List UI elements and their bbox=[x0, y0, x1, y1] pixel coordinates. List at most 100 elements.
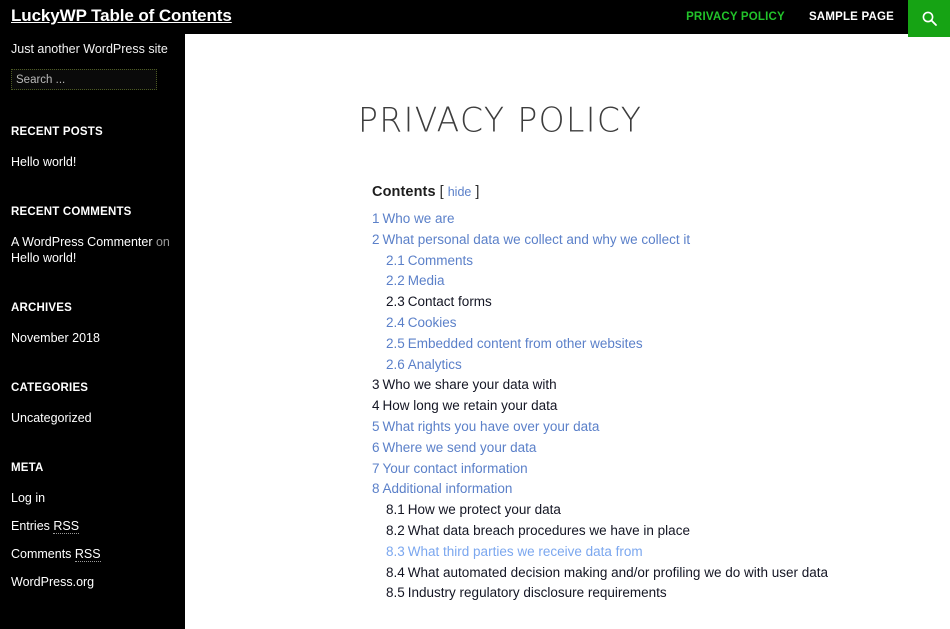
nav-item-sample-page[interactable]: SAMPLE PAGE bbox=[797, 11, 906, 23]
meta-link-entries-rss[interactable]: Entries RSS bbox=[11, 519, 80, 534]
list-item: WordPress.org bbox=[11, 574, 174, 590]
toc-link-2-4[interactable]: 2.4 Cookies bbox=[386, 313, 842, 334]
toc-bracket-open: [ bbox=[439, 184, 444, 200]
sidebar-search-form bbox=[11, 69, 174, 90]
toc-item: 2 What personal data we collect and why w… bbox=[372, 230, 842, 376]
toc-item: 1 Who we are bbox=[372, 209, 842, 230]
toc-item-number: 8.1 bbox=[386, 502, 405, 518]
toc-label: Contents bbox=[372, 184, 436, 200]
toc-bracket-close: ] bbox=[475, 184, 480, 200]
toc-item: 5 What rights you have over your data bbox=[372, 417, 842, 438]
toc-item-title: What rights you have over your data bbox=[382, 418, 600, 434]
toc-item-number: 8.2 bbox=[386, 522, 405, 538]
list-item: Entries RSS bbox=[11, 518, 174, 534]
toc-link-8-2[interactable]: 8.2 What data breach procedures we have i… bbox=[386, 521, 842, 542]
widget-title-archives: ARCHIVES bbox=[11, 302, 73, 314]
toc-sublist: 8.1 How we protect your data 8.2 What data … bbox=[372, 500, 842, 604]
toc-item-title: Media bbox=[407, 273, 445, 289]
toc-link-7[interactable]: 7 Your contact information bbox=[372, 459, 842, 480]
toc-item-title: Where we send your data bbox=[382, 439, 537, 455]
recent-post-link[interactable]: Hello world! bbox=[11, 155, 76, 169]
comment-author-link[interactable]: A WordPress Commenter bbox=[11, 235, 152, 249]
widget-title-meta: META bbox=[11, 462, 44, 474]
toc-link-8-4[interactable]: 8.4 What automated decision making and/or… bbox=[386, 563, 842, 584]
widget-title-recent-comments: RECENT COMMENTS bbox=[11, 206, 132, 218]
toc-item: 2.6 Analytics bbox=[386, 355, 842, 376]
toc-item-number: 8.4 bbox=[386, 564, 405, 580]
toc-item-title: Embedded content from other websites bbox=[407, 335, 643, 351]
meta-link-comments-rss[interactable]: Comments RSS bbox=[11, 547, 101, 562]
meta-list: Log in Entries RSS Comments RSS WordPres… bbox=[11, 490, 174, 590]
toc-sublist: 2.1 Comments 2.2 Media 2.3 Contact forms 2.4 Co… bbox=[372, 251, 842, 376]
site-description: Just another WordPress site bbox=[11, 42, 168, 56]
widget-title-categories: CATEGORIES bbox=[11, 382, 89, 394]
toc-item: 2.1 Comments bbox=[386, 251, 842, 272]
primary-navigation: PRIVACY POLICY SAMPLE PAGE bbox=[674, 0, 906, 34]
toc-item-number: 8.5 bbox=[386, 585, 405, 601]
meta-link-wordpress-org[interactable]: WordPress.org bbox=[11, 575, 94, 589]
toc-link-8-3[interactable]: 8.3 What third parties we receive data fr… bbox=[386, 542, 842, 563]
toc-item: 8.4 What automated decision making and/or… bbox=[386, 563, 842, 584]
toc-link-2-6[interactable]: 2.6 Analytics bbox=[386, 355, 842, 376]
toc-link-2-2[interactable]: 2.2 Media bbox=[386, 271, 842, 292]
toc-toggle-link[interactable]: hide bbox=[448, 185, 472, 199]
toc-link-4[interactable]: 4 How long we retain your data bbox=[372, 396, 842, 417]
search-input[interactable] bbox=[11, 69, 157, 90]
list-item: Log in bbox=[11, 490, 174, 506]
search-icon bbox=[921, 10, 938, 27]
toc-item: 8.2 What data breach procedures we have i… bbox=[386, 521, 842, 542]
comment-post-link[interactable]: Hello world! bbox=[11, 251, 76, 265]
toc-item-title: What personal data we collect and why we… bbox=[382, 231, 691, 247]
nav-item-privacy-policy[interactable]: PRIVACY POLICY bbox=[674, 11, 797, 23]
toc-link-1[interactable]: 1 Who we are bbox=[372, 209, 842, 230]
toc-item: 6 Where we send your data bbox=[372, 438, 842, 459]
toc-item-number: 2.5 bbox=[386, 335, 405, 351]
category-link-uncategorized[interactable]: Uncategorized bbox=[11, 411, 92, 425]
toc-item-number: 2.2 bbox=[386, 273, 405, 289]
toc-item-title: Additional information bbox=[382, 481, 513, 497]
toc-link-5[interactable]: 5 What rights you have over your data bbox=[372, 417, 842, 438]
rss-abbr: RSS bbox=[53, 519, 80, 534]
toc-item: 7 Your contact information bbox=[372, 459, 842, 480]
toc-item: 2.5 Embedded content from other websites bbox=[386, 334, 842, 355]
toc-link-2[interactable]: 2 What personal data we collect and why w… bbox=[372, 230, 842, 251]
toc-link-6[interactable]: 6 Where we send your data bbox=[372, 438, 842, 459]
toc-link-2-5[interactable]: 2.5 Embedded content from other websites bbox=[386, 334, 842, 355]
search-toggle-button[interactable] bbox=[908, 0, 950, 37]
toc-link-2-3[interactable]: 2.3 Contact forms bbox=[386, 292, 842, 313]
widget-recent-comments: RECENT COMMENTS A WordPress Commenter on… bbox=[11, 206, 174, 266]
widget-title-recent-posts: RECENT POSTS bbox=[11, 126, 103, 138]
meta-link-log-in[interactable]: Log in bbox=[11, 491, 45, 505]
site-header: LuckyWP Table of Contents PRIVACY POLICY… bbox=[0, 0, 950, 37]
site-title[interactable]: LuckyWP Table of Contents bbox=[11, 6, 232, 26]
toc-item-title: Your contact information bbox=[382, 460, 528, 476]
widget-categories: CATEGORIES Uncategorized bbox=[11, 382, 174, 426]
widget-meta: META Log in Entries RSS Comments RSS Wor… bbox=[11, 462, 174, 590]
toc-item: 2.4 Cookies bbox=[386, 313, 842, 334]
list-item: A WordPress Commenter on Hello world! bbox=[11, 234, 174, 266]
toc-list: 1 Who we are 2 What personal data we collec… bbox=[372, 209, 842, 604]
toc-item: 3 Who we share your data with bbox=[372, 375, 842, 396]
list-item: November 2018 bbox=[11, 330, 174, 346]
toc-link-2-1[interactable]: 2.1 Comments bbox=[386, 251, 842, 272]
toc-item-number: 2.3 bbox=[386, 294, 405, 310]
toc-item-number: 2.6 bbox=[386, 356, 405, 372]
toc-link-8[interactable]: 8 Additional information bbox=[372, 479, 842, 500]
toc-item-number: 8.3 bbox=[386, 543, 405, 559]
toc-item-number: 3 bbox=[372, 377, 380, 393]
toc-item-title: How long we retain your data bbox=[382, 398, 558, 414]
toc-item-number: 2 bbox=[372, 231, 380, 247]
archives-list: November 2018 bbox=[11, 330, 174, 346]
toc-link-8-1[interactable]: 8.1 How we protect your data bbox=[386, 500, 842, 521]
toc-link-8-5[interactable]: 8.5 Industry regulatory disclosure requir… bbox=[386, 583, 842, 604]
toc-item-title: Who we share your data with bbox=[382, 377, 557, 393]
toc-item-title: Analytics bbox=[407, 356, 462, 372]
toc-item-number: 5 bbox=[372, 418, 380, 434]
main-content: PRIVACY POLICY Contents [ hide ] 1 Who we… bbox=[185, 34, 950, 629]
list-item: Uncategorized bbox=[11, 410, 174, 426]
toc-link-3[interactable]: 3 Who we share your data with bbox=[372, 375, 842, 396]
toc-item-number: 2.4 bbox=[386, 314, 405, 330]
archive-link-november-2018[interactable]: November 2018 bbox=[11, 331, 100, 345]
toc-item-number: 8 bbox=[372, 481, 380, 497]
toc-item-number: 6 bbox=[372, 439, 380, 455]
